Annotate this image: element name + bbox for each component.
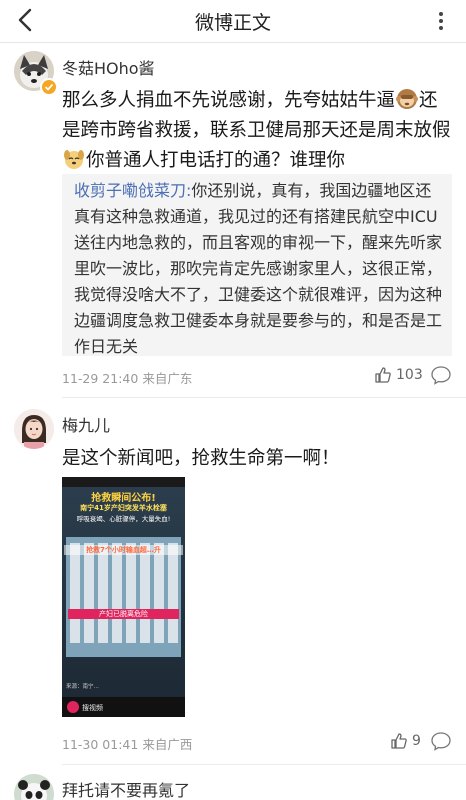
top-navbar: 微博正文 xyxy=(0,0,466,42)
reply-button[interactable] xyxy=(430,364,452,386)
image-caption: 抢救7个小时输血超…升 xyxy=(64,545,183,555)
thumbs-up-icon xyxy=(391,733,407,749)
comment-bubble-icon xyxy=(431,732,451,751)
image-source: 来源：南宁… xyxy=(66,684,100,690)
quoted-reply-author[interactable]: 收剪子嘞戗菜刀: xyxy=(74,181,191,200)
comment-divider xyxy=(62,764,466,765)
dog-face-emoji-icon xyxy=(64,150,84,169)
image-subline: 呼吸衰竭、心脏骤停，大量失血! xyxy=(76,515,171,523)
comment-location: 来自广东 xyxy=(142,371,193,386)
comment-location: 来自广西 xyxy=(142,737,193,752)
comment-time: 11-29 21:40 xyxy=(62,371,139,386)
comment-username[interactable]: 梅九儿 xyxy=(62,412,110,436)
like-button[interactable]: 103 xyxy=(374,364,423,386)
more-button[interactable] xyxy=(432,10,450,32)
comment-meta: 11-30 01:41 来自广西 xyxy=(62,734,192,753)
monkey-emoji-icon xyxy=(396,89,419,109)
more-vertical-icon xyxy=(439,12,443,30)
avatar[interactable] xyxy=(14,409,54,449)
comment-text: 是这个新闻吧，抢救生命第一啊！ xyxy=(62,448,340,469)
quoted-reply-body: 你还别说，真有，我国边疆地区还真有这种急救通道，我见过的还有搭建民航空中ICU送… xyxy=(74,181,443,356)
page-title: 微博正文 xyxy=(194,12,271,34)
navbar-divider xyxy=(0,42,466,43)
verified-badge-icon xyxy=(40,78,58,96)
like-button[interactable]: 9 xyxy=(390,730,421,752)
comment-time: 11-30 01:41 xyxy=(62,737,139,752)
comment-image[interactable]: 抢救瞬间公布! 南宁41岁产妇突发羊水栓塞 呼吸衰竭、心脏骤停，大量失血! 抢救… xyxy=(62,477,185,717)
panda-avatar-icon xyxy=(14,774,54,800)
comment-text-part: 你普通人打电话打的通？谁理你 xyxy=(86,150,346,171)
comment-username[interactable]: 拜托请不要再氪了 xyxy=(62,777,190,800)
avatar[interactable] xyxy=(14,774,54,800)
comment-text-part: 那么多人捐血不先说感谢，先夸姑姑牛逼 xyxy=(62,90,396,111)
comment-text: 那么多人捐血不先说感谢，先夸姑姑牛逼 还是跨市跨省救援，联系卫健局那天还是周末放… xyxy=(62,86,454,176)
quoted-reply[interactable]: 收剪子嘞戗菜刀:你还别说，真有，我国边疆地区还真有这种急救通道，我见过的还有搭建… xyxy=(62,174,452,356)
like-count: 9 xyxy=(412,733,421,749)
image-caption: 产妇已脱离危险 xyxy=(68,609,179,619)
comment-username[interactable]: 冬菇HOho酱 xyxy=(62,55,155,79)
thumbs-up-icon xyxy=(375,367,391,383)
comment-meta: 11-29 21:40 来自广东 xyxy=(62,368,192,387)
image-headline: 抢救瞬间公布! xyxy=(91,493,156,504)
comment-bubble-icon xyxy=(431,366,451,385)
image-watermark: 搜视频 xyxy=(82,704,103,712)
comment-divider xyxy=(62,397,466,398)
reply-button[interactable] xyxy=(430,730,452,752)
news-screenshot-image xyxy=(62,477,185,717)
weibo-post-detail-screen: 微博正文 冬菇HOho酱 那么多人捐血不先说感谢，先夸姑姑牛逼 还是跨市跨省救援… xyxy=(0,0,466,800)
girl-avatar-icon xyxy=(14,409,54,449)
image-subline: 南宁41岁产妇突发羊水栓塞 xyxy=(80,504,167,512)
like-count: 103 xyxy=(396,367,423,383)
quoted-reply-text: 收剪子嘞戗菜刀:你还别说，真有，我国边疆地区还真有这种急救通道，我见过的还有搭建… xyxy=(74,178,446,360)
